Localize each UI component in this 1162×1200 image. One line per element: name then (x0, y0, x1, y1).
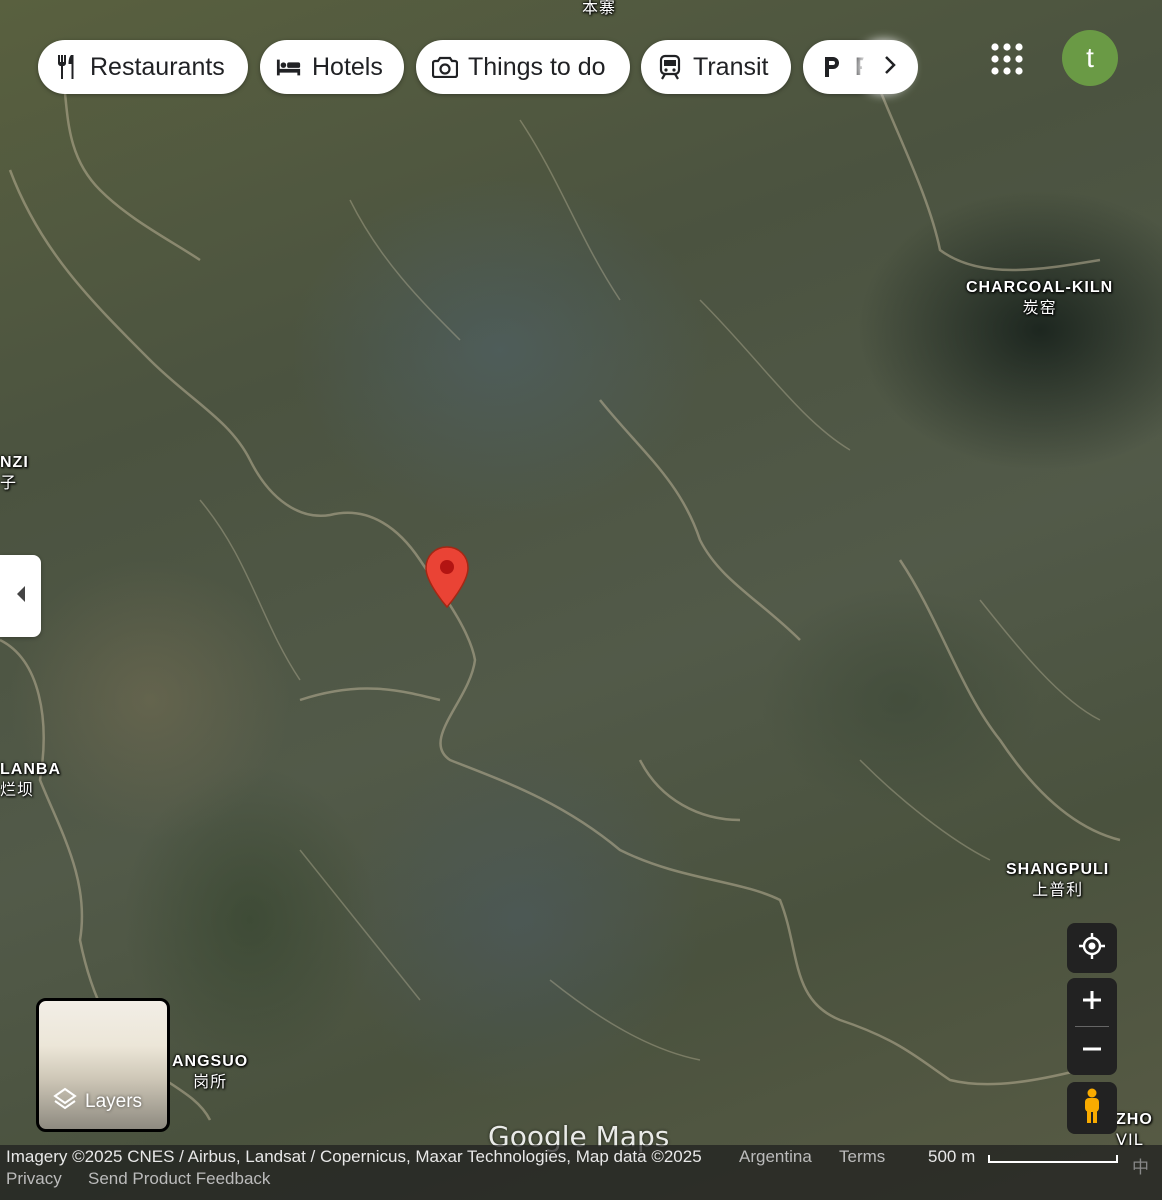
place-label: SHANGPULI 上普利 (1006, 861, 1110, 899)
map-footer: Imagery ©2025 CNES / Airbus, Landsat / C… (0, 1145, 1162, 1200)
restaurant-icon (54, 54, 80, 80)
chip-hotels[interactable]: Hotels (260, 40, 404, 94)
street-view-pegman-button[interactable] (1067, 1082, 1117, 1134)
scale-bar (988, 1155, 1118, 1163)
apps-grid-icon[interactable] (990, 42, 1024, 76)
account-avatar[interactable]: t (1062, 30, 1118, 86)
zoom-controls (1067, 978, 1117, 1075)
my-location-button[interactable] (1067, 923, 1117, 973)
crosshair-icon (1078, 932, 1106, 965)
location-pin-icon[interactable] (424, 545, 470, 614)
layers-button[interactable]: Layers (36, 998, 170, 1132)
place-label: ZHO VIL (1116, 1111, 1153, 1149)
place-label: CHARCOAL-KILN 炭窑 (966, 279, 1114, 317)
privacy-link[interactable]: Privacy (6, 1169, 62, 1189)
parking-icon (819, 54, 845, 80)
minus-icon (1082, 1039, 1102, 1064)
zoom-in-button[interactable] (1067, 978, 1117, 1026)
collapse-side-panel-button[interactable] (0, 555, 41, 637)
chevron-right-icon (883, 55, 897, 80)
terrain-layer (0, 59, 1121, 1121)
country-link[interactable]: Argentina (739, 1147, 812, 1167)
place-label: NZI 子 (0, 454, 29, 492)
scale-label[interactable]: 500 m (928, 1147, 975, 1167)
language-indicator: 中 (1132, 1158, 1149, 1177)
hotel-icon (276, 54, 302, 80)
satellite-map[interactable]: CHARCOAL-KILN 炭窑 SHANGPULI 上普利 NZI 子 LANBA 烂… (0, 0, 1162, 1200)
place-label: 本寨 (582, 0, 617, 17)
layers-icon (53, 1087, 77, 1117)
terms-link[interactable]: Terms (839, 1147, 885, 1167)
send-feedback-link[interactable]: Send Product Feedback (88, 1169, 270, 1189)
chevron-left-icon (15, 585, 27, 608)
chip-things-to-do[interactable]: Things to do (416, 40, 630, 94)
camera-icon (432, 54, 458, 80)
more-categories-button[interactable] (862, 40, 918, 94)
place-label: ANGSUO 岗所 (172, 1053, 249, 1091)
pegman-icon (1081, 1088, 1103, 1129)
imagery-attribution: Imagery ©2025 CNES / Airbus, Landsat / C… (6, 1147, 702, 1166)
place-label: LANBA 烂坝 (0, 761, 61, 799)
zoom-out-button[interactable] (1067, 1027, 1117, 1075)
chip-transit[interactable]: Transit (641, 40, 791, 94)
chip-restaurants[interactable]: Restaurants (38, 40, 248, 94)
plus-icon (1082, 990, 1102, 1015)
train-icon (657, 54, 683, 80)
